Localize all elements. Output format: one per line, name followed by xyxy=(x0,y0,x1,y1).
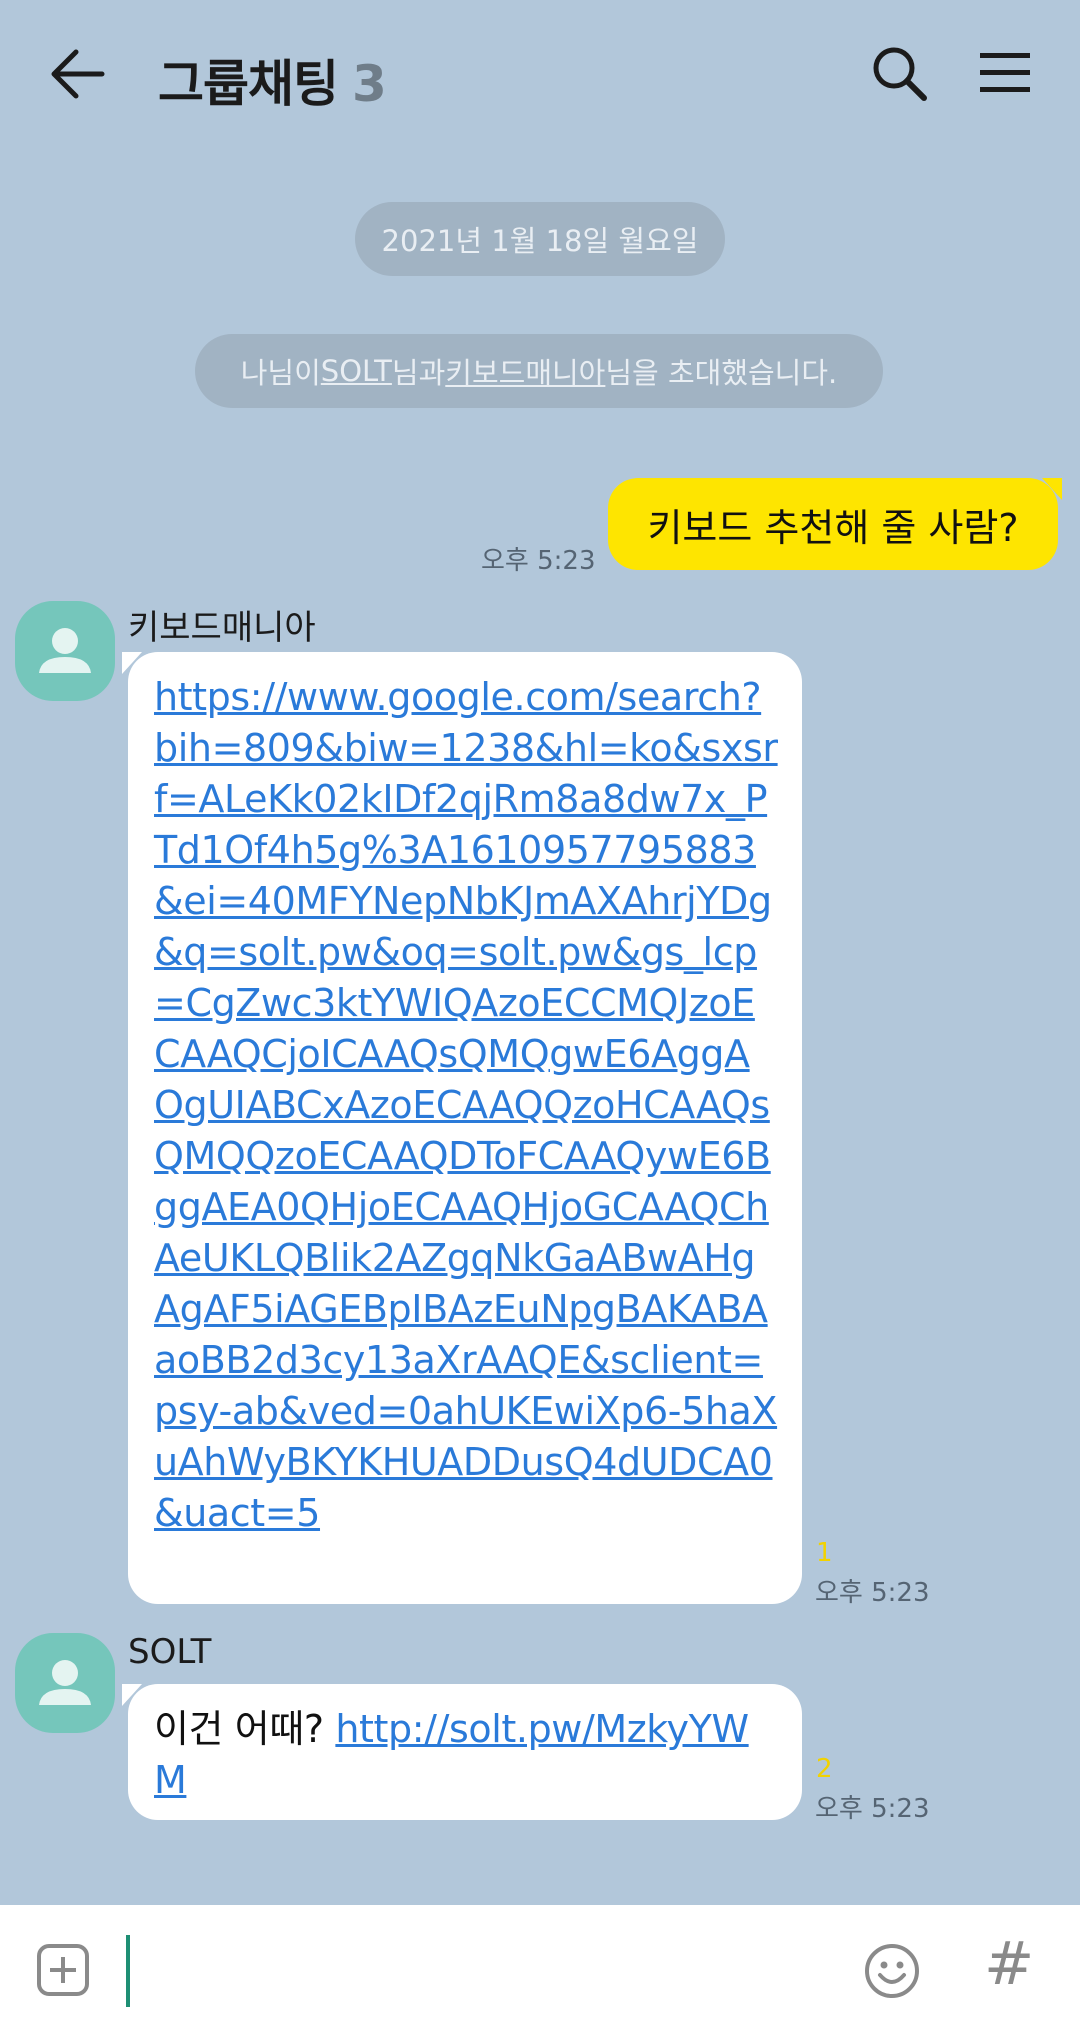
message-bubble: https://www.google.com/search?bih=809&bi… xyxy=(128,652,802,1604)
invite-text-after: 님을 초대했습니다. xyxy=(605,356,838,390)
avatar[interactable] xyxy=(15,601,115,701)
invite-notice: 나님이 SOLT 님과 키보드매니아 님을 초대했습니다. xyxy=(195,334,883,408)
sender-name: 키보드매니아 xyxy=(128,608,316,648)
member-count: 3 xyxy=(352,55,387,113)
add-attachment-icon[interactable] xyxy=(36,1943,90,1997)
message-link[interactable]: https://www.google.com/search?bih=809&bi… xyxy=(154,672,778,1539)
message-input-field[interactable] xyxy=(126,1935,130,2007)
message-bubble: 이건 어때? http://solt.pw/MzkyYWM xyxy=(128,1684,802,1820)
default-profile-icon xyxy=(39,628,91,673)
message-time: 오후 5:23 xyxy=(815,1794,930,1824)
back-arrow-icon[interactable] xyxy=(48,48,108,100)
search-icon[interactable] xyxy=(870,44,928,102)
sender-name: SOLT xyxy=(128,1632,212,1672)
chat-room-name: 그룹채팅 xyxy=(158,55,339,113)
unread-count: 2 xyxy=(816,1754,833,1784)
my-message-bubble[interactable]: 키보드 추천해 줄 사람? xyxy=(608,478,1058,570)
invited-user-solt[interactable]: SOLT xyxy=(321,354,392,388)
avatar[interactable] xyxy=(15,1633,115,1733)
menu-icon[interactable] xyxy=(978,50,1032,96)
invited-user-keyboardmania[interactable]: 키보드매니아 xyxy=(445,350,605,392)
invite-text-middle: 님과 xyxy=(391,356,446,390)
message-time: 오후 5:23 xyxy=(481,546,596,576)
emoticon-icon[interactable] xyxy=(864,1943,920,1999)
invite-text-before: 나님이 xyxy=(240,356,321,390)
message-input-bar: # xyxy=(0,1905,1080,2031)
date-divider: 2021년 1월 18일 월요일 xyxy=(355,202,725,276)
message-time: 오후 5:23 xyxy=(815,1578,930,1608)
hashtag-search-button[interactable]: # xyxy=(984,1929,1034,1999)
message-text: 이건 어때? http://solt.pw/MzkyYWM xyxy=(154,1704,778,1806)
default-profile-icon xyxy=(39,1660,91,1705)
chat-title: 그룹채팅 3 xyxy=(158,44,387,116)
chat-header: 그룹채팅 3 xyxy=(0,0,1080,150)
message-text-prefix: 이건 어때? xyxy=(154,1707,336,1751)
unread-count: 1 xyxy=(816,1538,833,1568)
